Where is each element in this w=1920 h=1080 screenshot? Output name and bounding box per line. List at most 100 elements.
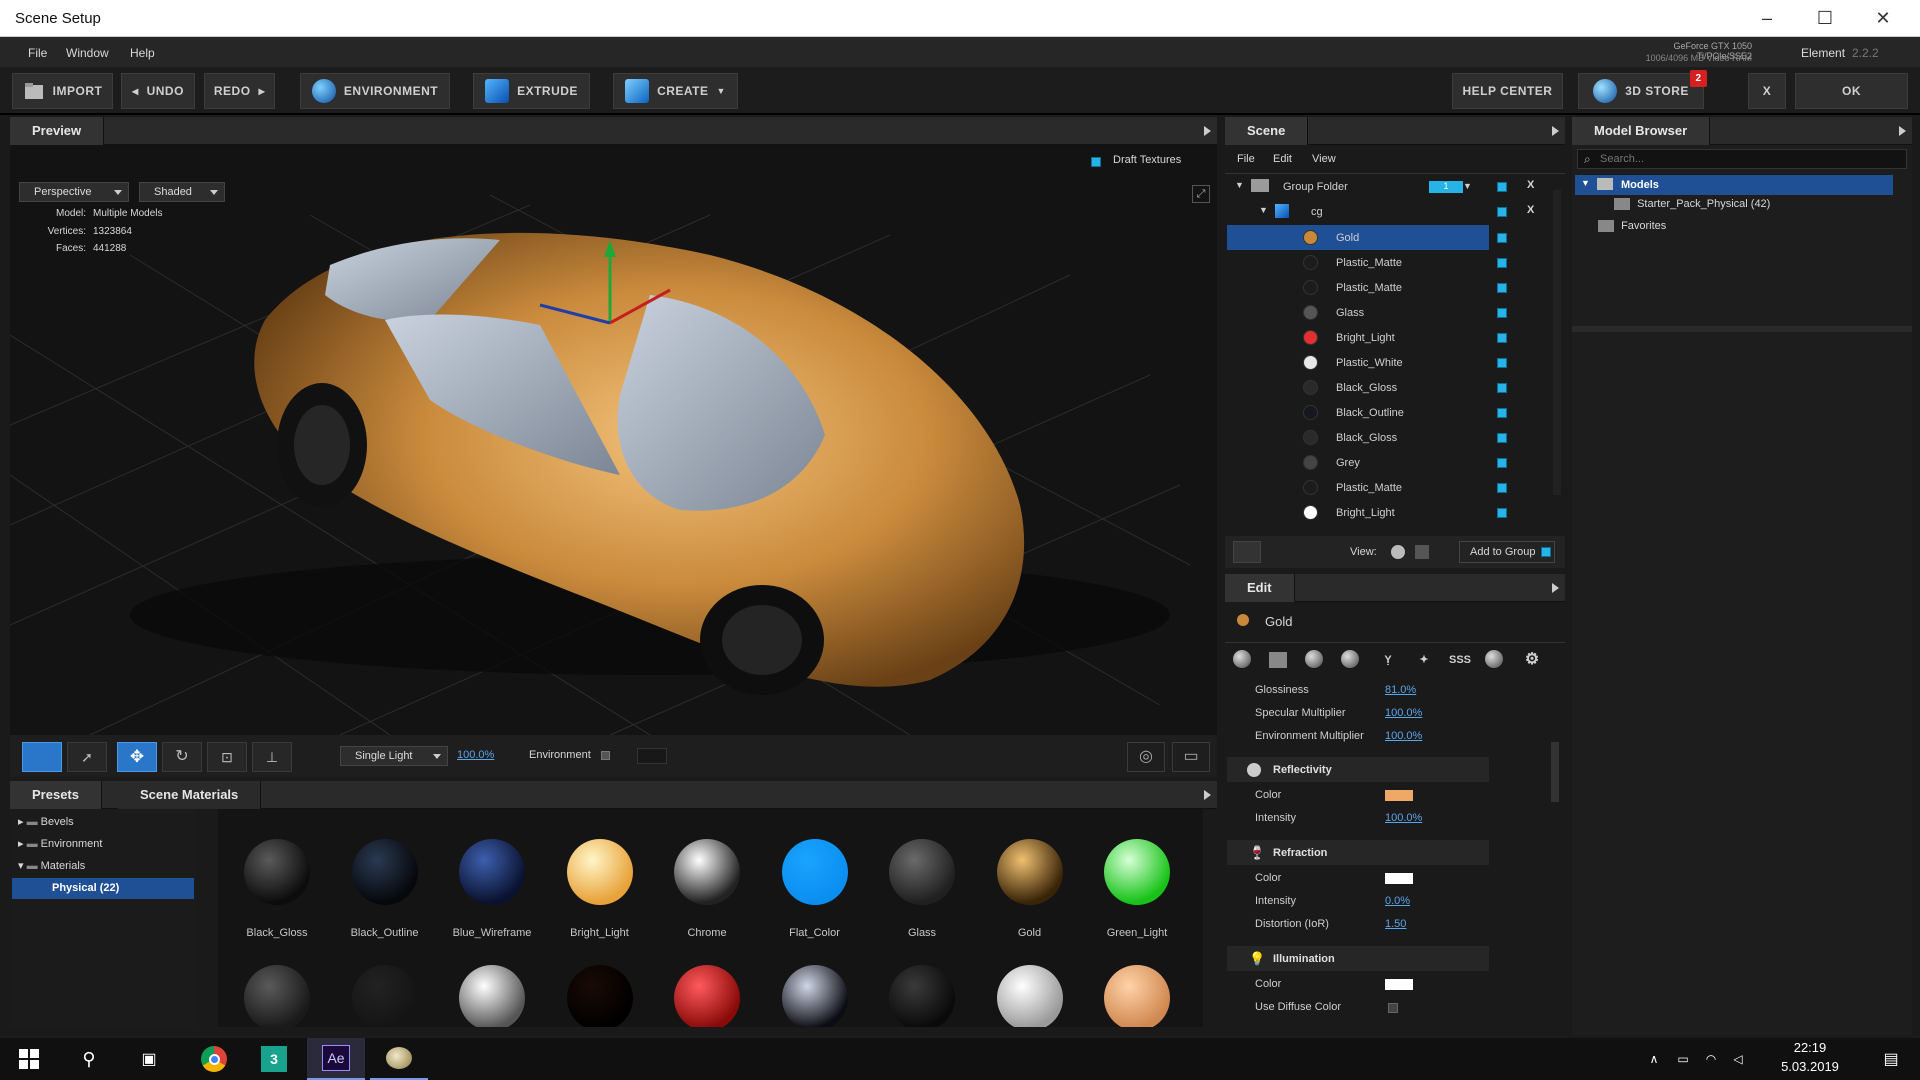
axis-tool-icon[interactable]: ⊥ <box>252 742 292 772</box>
volume-icon[interactable]: ◁ <box>1724 1038 1752 1080</box>
view-scene-icon[interactable] <box>1415 545 1429 559</box>
scene-material-row[interactable]: Bright_Light <box>1227 325 1489 350</box>
material-visible-checkbox[interactable] <box>1497 408 1507 418</box>
scene-material-row[interactable]: Black_Gloss <box>1227 375 1489 400</box>
tree-item-models[interactable]: ▼ Models <box>1575 175 1893 195</box>
illumination-color-swatch[interactable] <box>1385 979 1413 990</box>
reflectivity-color-swatch[interactable] <box>1385 790 1413 801</box>
search-icon[interactable]: ⚲ <box>60 1038 118 1080</box>
chrome-icon[interactable] <box>185 1038 243 1080</box>
undo-button[interactable]: ◂ UNDO <box>121 73 195 109</box>
expand-icon[interactable]: ⤢ <box>1192 185 1210 203</box>
scene-menu-edit[interactable]: Edit <box>1273 153 1292 165</box>
scene-material-row[interactable]: Plastic_White <box>1227 350 1489 375</box>
cancel-button[interactable]: X <box>1748 73 1786 109</box>
light-mode-dropdown[interactable]: Single Light <box>340 746 448 766</box>
scene-material-row[interactable]: Plastic_Matte <box>1227 275 1489 300</box>
scene-tab[interactable]: Scene <box>1225 117 1309 145</box>
group-badge[interactable]: 1 <box>1429 181 1463 193</box>
material-visible-checkbox[interactable] <box>1497 308 1507 318</box>
tree-item-starter-pack[interactable]: Starter_Pack_Physical (42) <box>1614 198 1770 211</box>
rotate-tool-icon[interactable]: ↻ <box>162 742 202 772</box>
noise-icon[interactable] <box>1485 650 1503 668</box>
add-folder-icon[interactable] <box>1233 541 1261 563</box>
extrude-button[interactable]: EXTRUDE <box>473 73 590 109</box>
material-visible-checkbox[interactable] <box>1497 483 1507 493</box>
scale-tool-icon[interactable]: ⊡ <box>207 742 247 772</box>
material-preset-sphere[interactable] <box>996 839 1063 905</box>
param-value[interactable]: 1.50 <box>1385 918 1406 930</box>
bulb-icon[interactable]: ✦ <box>1413 650 1435 670</box>
clock-date[interactable]: 5.03.2019 <box>1760 1059 1860 1074</box>
model-browser-tab[interactable]: Model Browser <box>1572 117 1711 145</box>
material-visible-checkbox[interactable] <box>1497 508 1507 518</box>
param-value[interactable]: 100.0% <box>1385 812 1422 824</box>
sphere-pair-icon[interactable] <box>1233 650 1251 668</box>
preview-tab[interactable]: Preview <box>10 117 105 145</box>
group-remove-button[interactable]: X <box>1527 179 1534 191</box>
environment-checkbox[interactable] <box>601 751 610 760</box>
draft-textures-checkbox[interactable] <box>1091 157 1101 167</box>
menu-window[interactable]: Window <box>66 46 109 60</box>
material-visible-checkbox[interactable] <box>1497 358 1507 368</box>
battery-icon[interactable]: ▭ <box>1669 1038 1697 1080</box>
3d-store-button[interactable]: 3D STORE 2 <box>1578 70 1707 109</box>
scene-scrollbar[interactable] <box>1553 190 1561 495</box>
refraction-color-swatch[interactable] <box>1385 873 1413 884</box>
scene-material-row[interactable]: Gold <box>1227 225 1489 250</box>
material-preset-sphere[interactable] <box>781 965 848 1027</box>
shading-dropdown[interactable]: Shaded <box>139 182 225 202</box>
element-3d-icon[interactable] <box>370 1038 428 1080</box>
material-visible-checkbox[interactable] <box>1497 233 1507 243</box>
cg-remove-button[interactable]: X <box>1527 204 1534 216</box>
material-preset-sphere[interactable] <box>459 839 525 905</box>
sphere-icon[interactable] <box>1305 650 1323 668</box>
texture-icon[interactable] <box>1269 652 1287 668</box>
light-intensity-value[interactable]: 100.0% <box>457 749 494 761</box>
screen-icon[interactable]: ▭ <box>1172 742 1210 772</box>
scene-material-row[interactable]: Bright_Light <box>1227 500 1489 525</box>
windows-start-icon[interactable] <box>0 1038 58 1080</box>
material-preset-sphere[interactable] <box>566 839 633 905</box>
tree-item-favorites[interactable]: Favorites <box>1598 220 1666 233</box>
tree-folder-physical[interactable]: Physical (22) <box>12 878 194 899</box>
reflectivity-section[interactable]: Reflectivity <box>1227 757 1489 782</box>
view-mode-dropdown[interactable]: Perspective <box>19 182 129 202</box>
scene-material-row[interactable]: Black_Outline <box>1227 400 1489 425</box>
param-value[interactable]: 100.0% <box>1385 730 1422 742</box>
material-preset-sphere[interactable] <box>674 965 740 1027</box>
viewport[interactable]: Draft Textures Perspective Shaded Model:… <box>10 145 1217 735</box>
material-visible-checkbox[interactable] <box>1497 458 1507 468</box>
scene-material-row[interactable]: Plastic_Matte <box>1227 250 1489 275</box>
material-preset-sphere[interactable] <box>351 839 418 905</box>
material-preset-sphere[interactable] <box>459 965 525 1027</box>
param-value[interactable]: 100.0% <box>1385 707 1422 719</box>
splitter[interactable] <box>1572 326 1912 332</box>
refraction-section[interactable]: 🍷 Refraction <box>1227 840 1489 865</box>
material-preset-sphere[interactable] <box>996 965 1063 1027</box>
create-button[interactable]: CREATE ▼ <box>613 73 738 109</box>
car-model[interactable] <box>130 232 1170 695</box>
tree-folder-environment[interactable]: ▸ ▬ Environment <box>18 837 102 850</box>
material-preset-sphere[interactable] <box>244 839 310 905</box>
bump-icon[interactable] <box>1341 650 1359 668</box>
material-visible-checkbox[interactable] <box>1497 433 1507 443</box>
expand-arrow-icon[interactable]: ▼ <box>1259 205 1268 215</box>
material-preset-sphere[interactable] <box>674 839 740 905</box>
material-preset-sphere[interactable] <box>244 965 310 1027</box>
view-sphere-icon[interactable] <box>1391 545 1405 559</box>
add-to-group-checkbox[interactable] <box>1541 547 1551 557</box>
wine-glass-icon[interactable]: Ỵ <box>1377 650 1399 670</box>
group-dropdown-icon[interactable]: ▼ <box>1463 181 1472 191</box>
material-preset-sphere[interactable] <box>889 965 955 1027</box>
material-preset-sphere[interactable] <box>566 965 633 1027</box>
tab-presets[interactable]: Presets <box>10 781 102 809</box>
move-tool-icon[interactable]: ✥ <box>117 742 157 772</box>
tab-scene-materials[interactable]: Scene Materials <box>118 781 262 809</box>
menu-help[interactable]: Help <box>130 46 155 60</box>
close-window-icon[interactable]: ✕ <box>1854 0 1912 37</box>
select-arrow-icon[interactable]: ➚ <box>67 742 107 772</box>
material-visible-checkbox[interactable] <box>1497 258 1507 268</box>
expand-arrow-icon[interactable]: ▼ <box>1235 180 1244 190</box>
material-preset-sphere[interactable] <box>1104 965 1170 1027</box>
